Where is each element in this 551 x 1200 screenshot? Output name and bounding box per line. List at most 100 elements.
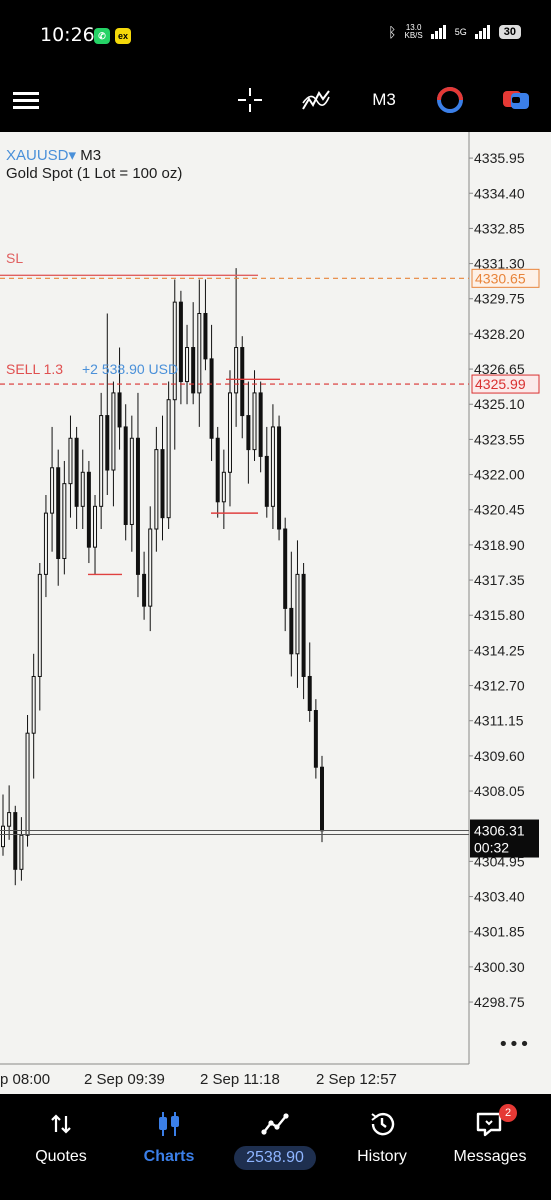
sl-label[interactable]: SL [6, 250, 23, 266]
y-tick-label: 4323.55 [474, 431, 525, 447]
menu-button[interactable] [10, 82, 42, 118]
status-time: 10:26 [40, 24, 95, 46]
objects-icon [437, 87, 463, 113]
nav-messages[interactable]: 2 Messages [435, 1104, 545, 1166]
candle-body [142, 573, 147, 607]
objects-button[interactable] [434, 82, 466, 118]
sell-position-profit: +2 538.90 USD [82, 361, 179, 377]
candle-body [289, 607, 294, 655]
history-clock-glyph [371, 1112, 395, 1136]
candle-body [172, 301, 177, 401]
nav-charts-label: Charts [143, 1148, 195, 1165]
candle-body [258, 392, 263, 457]
y-tick-label: 4320.45 [474, 502, 525, 518]
crosshair-icon [238, 88, 262, 112]
y-tick-label: 4328.20 [474, 326, 525, 342]
y-tick-label: 4301.85 [474, 924, 525, 940]
nav-quotes[interactable]: Quotes [6, 1108, 116, 1166]
candle-body [209, 358, 214, 439]
candle-body [283, 528, 288, 609]
trade-button[interactable] [500, 82, 532, 118]
nav-trade[interactable]: 2538.90 [220, 1108, 330, 1170]
candle-body [117, 392, 122, 428]
x-tick-label: p 08:00 [0, 1071, 50, 1088]
crosshair-button[interactable] [234, 82, 266, 118]
nav-history[interactable]: History [327, 1108, 437, 1166]
candle-body [31, 675, 36, 734]
candle-body [99, 415, 104, 507]
candle-body [111, 392, 116, 471]
status-bar: 10:26 ✆ ex ᛒ 13.0 KB/S 5G 30 [0, 0, 551, 70]
ex-app-icon: ex [115, 28, 131, 44]
candle-body [270, 426, 275, 507]
nav-balance: 2538.90 [234, 1146, 316, 1170]
candle-body [93, 505, 98, 548]
symbol-dropdown-icon[interactable]: ▾ [69, 147, 77, 164]
candle-body [7, 812, 12, 827]
battery-level: 30 [498, 25, 521, 39]
candle-body [19, 834, 24, 870]
nav-quotes-label: Quotes [35, 1148, 87, 1165]
candle-body [313, 710, 318, 768]
symbol-timeframe: M3 [80, 147, 102, 164]
candlestick-chart[interactable]: 4335.954334.404332.854331.304329.754328.… [0, 132, 551, 1094]
nav-messages-label: Messages [453, 1148, 527, 1165]
signal-icon [430, 25, 446, 39]
candle-body [129, 437, 134, 525]
y-tick-label: 4315.80 [474, 607, 525, 623]
sl-price-tag-text: 4330.65 [475, 270, 526, 286]
current-price-text: 4306.31 [474, 823, 525, 839]
y-tick-label: 4308.05 [474, 783, 525, 799]
chart-area[interactable]: 4335.95 4334.40 4332.85 4331.30 4329.75 4328.… [0, 132, 551, 1094]
symbol-header[interactable]: XAUUSD▾ M3 [6, 146, 101, 164]
candle-body [191, 347, 196, 394]
candle-body [105, 415, 110, 471]
net-speed-unit: KB/S [404, 31, 423, 40]
candle-body [307, 675, 312, 712]
messages-badge: 2 [499, 1104, 517, 1122]
candle-body [295, 573, 300, 655]
indicators-icon [302, 90, 330, 110]
network-type: 5G [454, 27, 467, 37]
timeframe-button[interactable]: M3 [366, 82, 402, 118]
candle-body [277, 426, 282, 530]
candle-body [148, 528, 153, 607]
more-options-icon[interactable]: ••• [498, 1034, 530, 1055]
whatsapp-icon: ✆ [94, 28, 110, 44]
quotes-arrows-icon [6, 1108, 116, 1140]
trade-chart-glyph [261, 1113, 289, 1135]
candle-body [1, 825, 5, 848]
x-tick-label: 2 Sep 09:39 [84, 1071, 165, 1088]
candle-body [135, 437, 140, 575]
net-speed: 13.0 KB/S [405, 24, 423, 40]
candle-body [178, 301, 183, 383]
y-tick-label: 4325.10 [474, 396, 525, 412]
signal-2-icon [474, 25, 490, 39]
candle-body [301, 573, 306, 677]
nav-charts[interactable]: Charts [114, 1108, 224, 1166]
candle-body [240, 347, 245, 417]
chart-toolbar: M3 [0, 70, 551, 132]
y-tick-label: 4309.60 [474, 748, 525, 764]
indicators-button[interactable] [300, 82, 332, 118]
menu-icon [13, 92, 39, 109]
sell-price-tag-text: 4325.99 [475, 376, 526, 392]
candle-body [197, 312, 202, 394]
bluetooth-icon: ᛒ [388, 24, 397, 40]
y-tick-label: 4311.15 [474, 713, 524, 729]
candle-body [37, 573, 42, 677]
candle-body [320, 766, 324, 832]
candle-body [221, 471, 226, 503]
x-tick-label: 2 Sep 12:57 [316, 1071, 397, 1088]
y-tick-label: 4329.75 [474, 291, 525, 307]
sell-position-label[interactable]: SELL 1.3 [6, 361, 63, 377]
y-tick-label: 4318.90 [474, 537, 525, 553]
candlestick-glyph [159, 1112, 179, 1136]
candle-body [25, 732, 30, 836]
candle-body [203, 312, 208, 360]
candle-body [185, 347, 190, 383]
candle-body [56, 467, 61, 560]
y-tick-label: 4298.75 [474, 994, 525, 1010]
symbol-name[interactable]: XAUUSD [6, 147, 69, 164]
candlestick-icon [114, 1108, 224, 1140]
